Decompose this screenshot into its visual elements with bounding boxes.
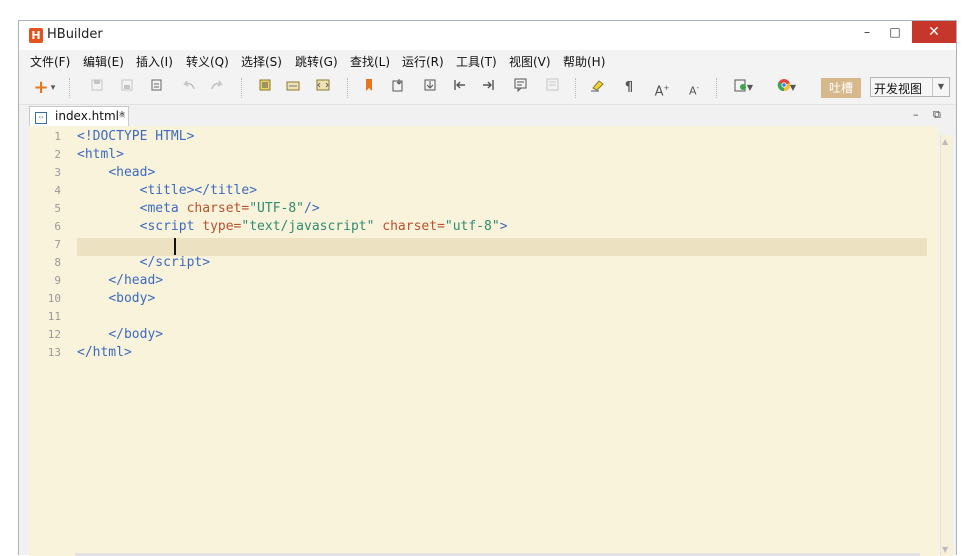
- font-increase-icon[interactable]: A+: [652, 78, 672, 99]
- code-line-3: <head>: [108, 165, 156, 180]
- current-line-highlight: [77, 238, 927, 256]
- menu-select[interactable]: 选择(S): [241, 53, 282, 70]
- line-number: 6: [54, 220, 61, 233]
- uncomment-icon[interactable]: [543, 78, 563, 98]
- text-caret: [174, 238, 176, 255]
- window-title: HBuilder: [47, 27, 103, 42]
- scroll-down-icon[interactable]: ▼: [942, 545, 948, 554]
- line-number: 7: [54, 238, 61, 251]
- dropdown-arrow-icon: ▼: [932, 78, 949, 96]
- line-number: 3: [54, 166, 61, 179]
- line-number: 12: [47, 328, 61, 341]
- download-icon[interactable]: [421, 78, 441, 98]
- code-line-13: </html>: [77, 345, 132, 360]
- toolbar-separator: [347, 78, 348, 98]
- line-number: 11: [47, 310, 61, 323]
- scroll-up-icon[interactable]: ▲: [942, 137, 948, 146]
- comment-icon[interactable]: [511, 78, 531, 98]
- code-line-8: </script>: [139, 255, 211, 270]
- code-line-1: <!DOCTYPE HTML>: [77, 129, 195, 144]
- code-line-4: <title></title>: [139, 183, 258, 198]
- font-decrease-icon[interactable]: A-: [684, 78, 704, 98]
- view-mode-label: 开发视图: [874, 82, 923, 96]
- tab-index-html[interactable]: ‹› index.html* ×: [29, 106, 129, 127]
- tab-close-icon[interactable]: ×: [118, 110, 126, 121]
- paragraph-icon[interactable]: ¶: [619, 78, 639, 98]
- code-line-10: <body>: [108, 291, 156, 306]
- line-number: 5: [54, 202, 61, 215]
- menu-insert[interactable]: 插入(I): [136, 53, 173, 70]
- highlight-icon[interactable]: [588, 78, 608, 98]
- view-mode-select[interactable]: 开发视图 ▼: [870, 77, 950, 97]
- save-all-icon[interactable]: [117, 78, 137, 98]
- html-file-icon: ‹›: [35, 112, 47, 124]
- toolbar-separator: [241, 78, 242, 98]
- snippet-icon[interactable]: [313, 78, 333, 98]
- pane-restore-icon[interactable]: ⧉: [933, 108, 941, 122]
- toolbar-separator: [575, 78, 576, 98]
- menu-help[interactable]: 帮助(H): [563, 53, 605, 70]
- line-number: 4: [54, 184, 61, 197]
- new-dropdown-icon[interactable]: ▾: [47, 78, 59, 98]
- code-line-2: <html>: [77, 147, 124, 162]
- menu-file[interactable]: 文件(F): [30, 53, 70, 70]
- menu-run[interactable]: 运行(R): [402, 53, 444, 70]
- menu-goto[interactable]: 跳转(G): [295, 53, 338, 70]
- menu-view[interactable]: 视图(V): [509, 53, 551, 70]
- bookmark-icon[interactable]: [359, 78, 379, 98]
- revert-icon[interactable]: [147, 78, 167, 98]
- minimize-button[interactable]: –: [853, 21, 881, 43]
- toolbar: + ▾ ¶ A+ A- ▼ ▼ 吐槽 开发视图 ▼: [19, 72, 956, 105]
- line-number: 1: [54, 130, 61, 143]
- line-number: 9: [54, 274, 61, 287]
- redo-icon[interactable]: [207, 78, 227, 98]
- maximize-button[interactable]: □: [881, 21, 909, 43]
- save-icon[interactable]: [87, 78, 107, 98]
- goto-definition-icon[interactable]: [389, 78, 409, 98]
- tab-label: index.html*: [55, 109, 125, 123]
- line-number: 2: [54, 148, 61, 161]
- line-number: 8: [54, 256, 61, 269]
- browser-dropdown-icon[interactable]: ▼: [788, 78, 798, 98]
- line-number-gutter: 1 2 3 4 5 6 7 8 9 10 11 12 13: [29, 126, 67, 556]
- list-view-icon[interactable]: [255, 78, 275, 98]
- markup-icon[interactable]: [283, 78, 303, 98]
- menu-bar: 文件(F) 编辑(E) 插入(I) 转义(Q) 选择(S) 跳转(G) 查找(L…: [19, 50, 956, 72]
- code-line-6: <script type="text/javascript" charset="…: [139, 219, 508, 234]
- toolbar-separator: [716, 78, 717, 98]
- menu-edit[interactable]: 编辑(E): [83, 53, 124, 70]
- hbuilder-logo-icon: H: [29, 28, 43, 43]
- goto-start-icon[interactable]: [450, 78, 470, 98]
- close-button[interactable]: ✕: [912, 21, 956, 43]
- app-window: H HBuilder – □ ✕ 文件(F) 编辑(E) 插入(I) 转义(Q)…: [18, 20, 957, 556]
- title-bar: H HBuilder – □ ✕: [19, 21, 956, 50]
- code-editor[interactable]: 1 2 3 4 5 6 7 8 9 10 11 12 13 <!DOCTYPE …: [29, 126, 938, 556]
- menu-find[interactable]: 查找(L): [350, 53, 390, 70]
- code-line-5: <meta charset="UTF-8"/>: [139, 201, 320, 216]
- line-number: 13: [47, 346, 61, 359]
- editor-tab-bar: ‹› index.html* × – ⧉: [29, 106, 948, 127]
- vertical-scrollbar[interactable]: ▲ ▼: [940, 135, 953, 556]
- pane-minimize-icon[interactable]: –: [913, 108, 919, 121]
- menu-escape[interactable]: 转义(Q): [186, 53, 229, 70]
- code-line-12: </body>: [108, 327, 164, 342]
- toolbar-separator: [69, 78, 70, 98]
- line-number: 10: [47, 292, 61, 305]
- goto-end-icon[interactable]: [478, 78, 498, 98]
- feedback-button[interactable]: 吐槽: [821, 78, 861, 98]
- menu-tools[interactable]: 工具(T): [456, 53, 497, 70]
- undo-icon[interactable]: [179, 78, 199, 98]
- project-dropdown-icon[interactable]: ▼: [745, 78, 755, 98]
- code-line-9: </head>: [108, 273, 164, 288]
